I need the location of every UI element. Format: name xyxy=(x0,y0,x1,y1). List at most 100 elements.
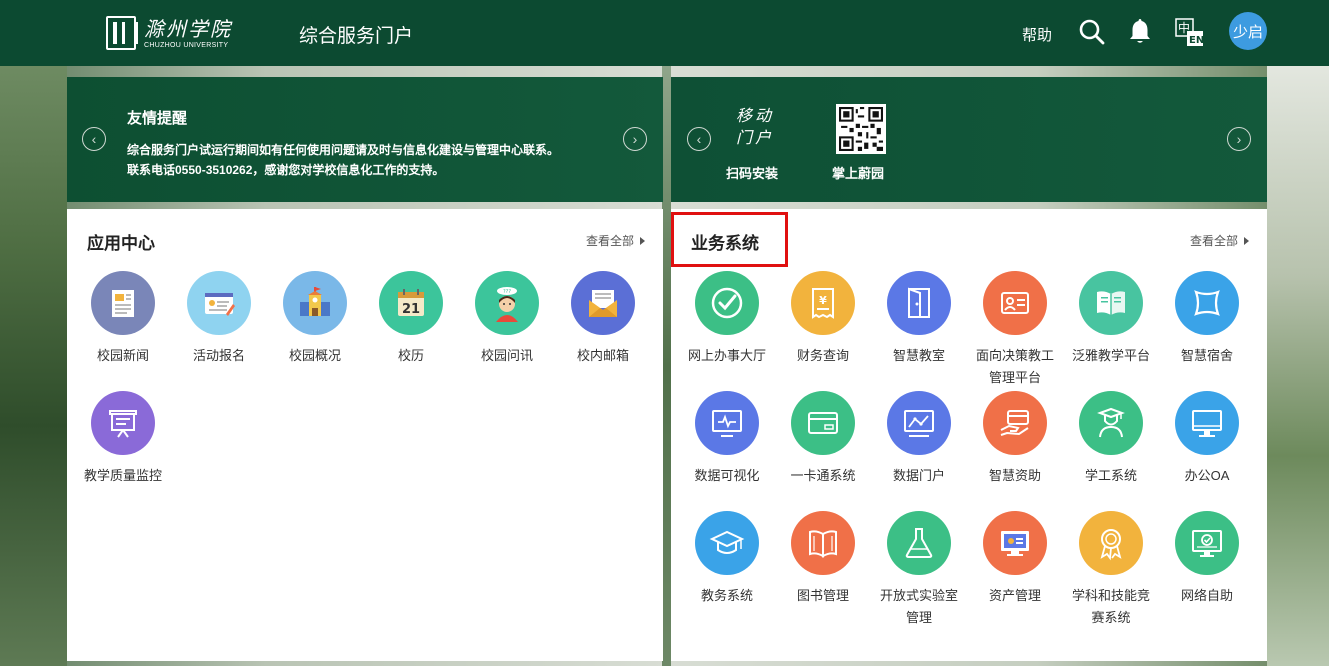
app-student-affairs-system[interactable]: 学工系统 xyxy=(1071,391,1151,487)
university-logo[interactable]: 滁州学院 CHUZHOU UNIVERSITY xyxy=(106,14,238,52)
app-label: 办公OA xyxy=(1184,468,1230,483)
app-center-panel: 应用中心 查看全部 校园新闻 活动报名 校园概况 21 校历 ??? 校园问讯 xyxy=(67,209,663,661)
app-label: 校园新闻 xyxy=(96,348,149,363)
app-campus-mail[interactable]: 校内邮箱 xyxy=(563,271,643,367)
svg-text:¥: ¥ xyxy=(819,294,827,307)
notice-line-2: 联系电话0550-3510262，感谢您对学校信息化工作的支持。 xyxy=(127,163,445,177)
book-icon xyxy=(791,511,855,575)
background-left xyxy=(0,66,67,666)
app-smart-dormitory[interactable]: 智慧宿舍 xyxy=(1167,271,1247,367)
app-smart-financial-aid[interactable]: 智慧资助 xyxy=(975,391,1055,487)
pillow-icon xyxy=(1175,271,1239,335)
user-avatar[interactable]: 少启 xyxy=(1229,12,1267,50)
app-finance-query[interactable]: ¥ 财务查询 xyxy=(783,271,863,367)
app-label: 开放式实验室管理 xyxy=(879,588,958,625)
app-campus-overview[interactable]: 校园概况 xyxy=(275,271,355,367)
graduate-icon xyxy=(1079,391,1143,455)
monitor-chart-icon xyxy=(887,391,951,455)
app-label: 智慧教室 xyxy=(892,348,945,363)
app-center-title: 应用中心 xyxy=(87,234,155,253)
app-online-service-hall[interactable]: 网上办事大厅 xyxy=(687,271,767,367)
svg-text:EN: EN xyxy=(1189,35,1204,46)
app-decision-staff-platform[interactable]: 面向决策教工管理平台 xyxy=(975,271,1055,389)
calendar-icon: 21 xyxy=(379,271,443,335)
app-academic-affairs[interactable]: 教务系统 xyxy=(687,511,767,607)
app-label: 财务查询 xyxy=(796,348,849,363)
app-label: 校园概况 xyxy=(288,348,341,363)
notice-title: 友情提醒 xyxy=(127,110,188,127)
app-competition-system[interactable]: 学科和技能竞赛系统 xyxy=(1071,511,1151,629)
scan-install-label: 扫码安装 xyxy=(726,166,779,181)
app-label: 教务系统 xyxy=(700,588,753,603)
app-label: 校历 xyxy=(397,348,424,363)
monitor-pulse-icon xyxy=(695,391,759,455)
school-building-icon xyxy=(283,271,347,335)
monitor-check-icon xyxy=(1175,511,1239,575)
chevron-right-icon[interactable]: › xyxy=(1227,127,1251,151)
qr-code-icon xyxy=(836,104,886,154)
chevron-left-icon[interactable]: ‹ xyxy=(82,127,106,151)
flask-icon xyxy=(887,511,951,575)
background-right xyxy=(1267,66,1329,666)
mobile-portal-text: 移动门户 xyxy=(735,106,774,147)
presentation-board-icon xyxy=(91,391,155,455)
chevron-left-icon[interactable]: ‹ xyxy=(687,127,711,151)
search-icon[interactable] xyxy=(1078,18,1106,46)
id-card-icon xyxy=(983,271,1047,335)
mortarboard-icon xyxy=(695,511,759,575)
app-campus-inquiry[interactable]: ??? 校园问讯 xyxy=(467,271,547,367)
registration-form-icon xyxy=(187,271,251,335)
business-view-all[interactable]: 查看全部 xyxy=(1190,232,1249,249)
chevron-right-icon[interactable]: › xyxy=(623,127,647,151)
app-data-portal[interactable]: 数据门户 xyxy=(879,391,959,487)
business-systems-title: 业务系统 xyxy=(691,234,759,253)
open-book-icon xyxy=(1079,271,1143,335)
monitor-asset-icon xyxy=(983,511,1047,575)
portal-title: 综合服务门户 xyxy=(299,26,414,47)
svg-text:21: 21 xyxy=(402,302,420,317)
app-fanya-teaching-platform[interactable]: 泛雅教学平台 xyxy=(1071,271,1151,367)
app-label: 面向决策教工管理平台 xyxy=(975,348,1054,385)
app-network-self-service[interactable]: 网络自助 xyxy=(1167,511,1247,607)
app-label: 智慧宿舍 xyxy=(1180,348,1233,363)
app-label: 校内邮箱 xyxy=(576,348,629,363)
app-label: 一卡通系统 xyxy=(790,468,856,483)
notice-line-1: 综合服务门户试运行期间如有任何使用问题请及时与信息化建设与管理中心联系。 xyxy=(127,143,560,157)
app-open-lab-management[interactable]: 开放式实验室管理 xyxy=(879,511,959,629)
app-library-management[interactable]: 图书管理 xyxy=(783,511,863,607)
app-label: 教学质量监控 xyxy=(83,468,162,483)
notice-text: 综合服务门户试运行期间如有任何使用问题请及时与信息化建设与管理中心联系。 联系电… xyxy=(127,140,607,180)
mobile-app-label: 掌上蔚园 xyxy=(832,166,885,181)
app-label: 数据可视化 xyxy=(694,468,760,483)
app-label: 学工系统 xyxy=(1084,468,1137,483)
app-activity-registration[interactable]: 活动报名 xyxy=(179,271,259,367)
language-switch-icon[interactable]: 中 EN xyxy=(1175,18,1205,48)
business-systems-panel: 业务系统 查看全部 网上办事大厅 ¥ 财务查询 智慧教室 面向决策教工管理平台 … xyxy=(671,209,1267,661)
bell-icon[interactable] xyxy=(1127,17,1153,45)
mail-icon xyxy=(571,271,635,335)
notice-banner: ‹ 友情提醒 综合服务门户试运行期间如有任何使用问题请及时与信息化建设与管理中心… xyxy=(67,77,663,202)
top-navigation-bar: 滁州学院 CHUZHOU UNIVERSITY 综合服务门户 帮助 中 EN 少… xyxy=(0,0,1329,66)
app-one-card-system[interactable]: 一卡通系统 xyxy=(783,391,863,487)
logo-chinese-name: 滁州学院 xyxy=(144,16,232,41)
help-link[interactable]: 帮助 xyxy=(1022,24,1052,45)
student-avatar-icon: ??? xyxy=(475,271,539,335)
card-icon xyxy=(791,391,855,455)
app-label: 数据门户 xyxy=(892,468,945,483)
hand-card-icon xyxy=(983,391,1047,455)
app-label: 智慧资助 xyxy=(988,468,1041,483)
app-school-calendar[interactable]: 21 校历 xyxy=(371,271,451,367)
app-office-oa[interactable]: 办公OA xyxy=(1167,391,1247,487)
mobile-portal-banner: ‹ 移动门户 扫码安装 掌上蔚园 › xyxy=(671,77,1267,202)
app-label: 资产管理 xyxy=(988,588,1041,603)
app-label: 网上办事大厅 xyxy=(687,348,766,363)
app-asset-management[interactable]: 资产管理 xyxy=(975,511,1055,607)
app-center-view-all[interactable]: 查看全部 xyxy=(586,232,645,249)
app-smart-classroom[interactable]: 智慧教室 xyxy=(879,271,959,367)
app-data-visualization[interactable]: 数据可视化 xyxy=(687,391,767,487)
logo-english-name: CHUZHOU UNIVERSITY xyxy=(144,41,229,49)
door-icon xyxy=(887,271,951,335)
app-teaching-quality-monitoring[interactable]: 教学质量监控 xyxy=(83,391,163,487)
app-label: 网络自助 xyxy=(1180,588,1233,603)
app-campus-news[interactable]: 校园新闻 xyxy=(83,271,163,367)
